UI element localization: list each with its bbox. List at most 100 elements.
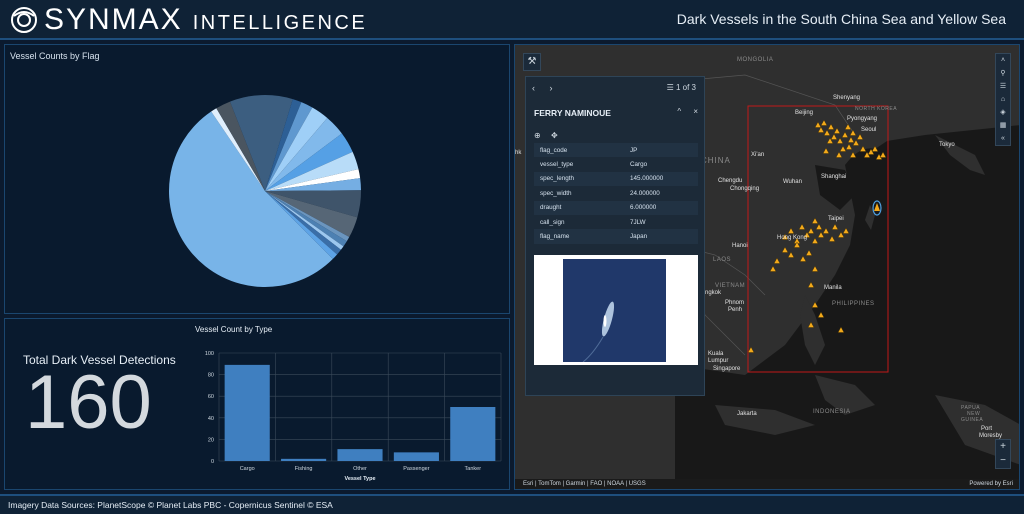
map-label-beijing: Beijing (795, 110, 814, 116)
map-label-philippines: PHILIPPINES (832, 301, 875, 307)
y-tick-label: 0 (211, 459, 214, 465)
map-label-taipei: Taipei (828, 216, 844, 222)
next-feature-button[interactable]: › (550, 83, 553, 93)
layers-icon[interactable]: ◈ (996, 106, 1010, 119)
popup-actions: ^ × (667, 107, 698, 116)
map-label-penh: Penh (728, 307, 743, 313)
map-label-edge: hk (515, 150, 522, 156)
attribute-value: 145.000000 (624, 171, 698, 187)
zoom-out-button[interactable]: − (996, 454, 1010, 468)
move-icon[interactable]: ✥ (551, 131, 558, 140)
feature-list-icon[interactable]: ☰ (667, 83, 674, 92)
map-label-seoul: Seoul (861, 127, 877, 133)
close-popup-button[interactable]: × (693, 107, 698, 116)
feature-popup: ‹ › ☰ 1 of 3 FERRY NAMINOUE ^ × ⊕ ✥ flag… (525, 76, 705, 396)
attribute-key: draught (534, 200, 624, 215)
map-label-singapore: Singapore (713, 366, 741, 372)
search-icon[interactable]: ⚲ (996, 67, 1010, 80)
popup-pager-text: 1 of 3 (675, 83, 696, 92)
attribute-value: 24.000000 (624, 186, 698, 201)
qr-icon[interactable]: ▦ (996, 119, 1010, 132)
vessel-satellite-image[interactable] (563, 259, 666, 363)
y-tick-label: 100 (205, 351, 214, 357)
map-label-pyongyang: Pyongyang (847, 116, 878, 122)
x-tick-label: Tanker (465, 466, 482, 472)
collapse-left-icon[interactable]: « (996, 132, 1010, 145)
footer-bar: Imagery Data Sources: PlanetScope © Plan… (0, 494, 1024, 514)
map-label-shenyang: Shenyang (833, 95, 861, 101)
map-label-tokyo: Tokyo (939, 142, 955, 148)
attribute-row: spec_width 24.000000 (534, 186, 698, 201)
map-label-chongqing: Chongqing (730, 186, 760, 192)
attribute-row: vessel_type Cargo (534, 157, 698, 172)
map-label-mongolia: MONGOLIA (737, 57, 774, 63)
brand-logo: SYNMAX INTELLIGENCE (10, 3, 367, 36)
bar-tanker[interactable] (450, 407, 496, 461)
attribution-sources[interactable]: Esri | TomTom | Garmin | FAO | NOAA | US… (523, 481, 646, 487)
map-label-kuala: Kuala (708, 351, 724, 357)
bar-other[interactable] (337, 449, 383, 461)
attribute-table: flag_code JP vessel_type Cargo spec_length 14… (534, 143, 698, 244)
wrench-icon[interactable]: ⚒ (523, 53, 541, 71)
map-label-port: Port (981, 426, 993, 432)
map-label-guinea: GUINEA (961, 417, 984, 423)
map-label-shanghai: Shanghai (821, 174, 847, 180)
attribute-key: spec_length (534, 171, 624, 187)
collapse-up-icon[interactable]: ˄ (996, 54, 1010, 67)
attribute-key: vessel_type (534, 157, 624, 172)
list-icon[interactable]: ☰ (996, 80, 1010, 93)
vessel-flag-panel: Vessel Counts by Flag (4, 44, 510, 314)
x-tick-label: Cargo (240, 466, 255, 472)
attribute-row: spec_length 145.000000 (534, 171, 698, 187)
attribute-row: flag_code JP (534, 143, 698, 158)
zoom-to-icon[interactable]: ⊕ (534, 131, 541, 140)
popup-tools: ⊕ ✥ (534, 131, 566, 140)
attribute-row: flag_name Japan (534, 229, 698, 244)
x-axis-label: Vessel Type (344, 476, 375, 482)
map-label-hanoi: Hanoi (732, 243, 748, 249)
map-label-vietnam: VIETNAM (715, 283, 746, 289)
y-tick-label: 80 (208, 373, 214, 379)
bar-cargo[interactable] (224, 364, 270, 461)
y-tick-label: 20 (208, 437, 214, 443)
previous-feature-button[interactable]: ‹ (532, 83, 535, 93)
map-label-hongkong: Hong Kong (777, 235, 808, 241)
map-label-phnom: Phnom (725, 300, 745, 306)
map-attribution: Esri | TomTom | Garmin | FAO | NOAA | US… (515, 479, 1019, 489)
header-bar: SYNMAX INTELLIGENCE Dark Vessels in the … (0, 0, 1024, 40)
kpi-value: 160 (25, 360, 152, 445)
attribute-key: flag_code (534, 143, 624, 158)
bar-fishing[interactable] (281, 458, 327, 461)
map-panel[interactable]: MONGOLIA CHINA Xi'an Chengdu Chongqing W… (514, 44, 1020, 490)
attribution-powered-by[interactable]: Powered by Esri (969, 481, 1013, 487)
page-title: Dark Vessels in the South China Sea and … (676, 11, 1006, 27)
vessel-type-panel: Total Dark Vessel Detections 160 Vessel … (4, 318, 510, 490)
map-label-xian: Xi'an (751, 152, 765, 158)
map-label-lumpur: Lumpur (708, 358, 729, 364)
attribute-key: spec_width (534, 186, 624, 201)
popup-title: FERRY NAMINOUE (534, 108, 611, 118)
zoom-controls: + − (995, 439, 1011, 469)
flag-pie-chart[interactable] (5, 45, 511, 315)
x-tick-label: Other (353, 466, 367, 472)
vessel-type-bar-chart[interactable]: 0 20 40 60 80 100 Cargo Fishing Other Passenger Ta… (195, 319, 505, 491)
y-tick-label: 60 (208, 394, 214, 400)
collapse-popup-button[interactable]: ^ (677, 107, 681, 116)
attribute-value: 6.000000 (624, 200, 698, 215)
map-label-north-korea: NORTH KOREA (855, 106, 898, 112)
map-label-jakarta: Jakarta (737, 411, 757, 417)
attribute-value: Cargo (624, 157, 698, 172)
eye-logo-icon (11, 7, 37, 33)
bar-passenger[interactable] (393, 452, 439, 461)
y-tick-label: 40 (208, 416, 214, 422)
footer-sources: Imagery Data Sources: PlanetScope © Plan… (8, 500, 333, 510)
attribute-key: flag_name (534, 229, 624, 244)
home-icon[interactable]: ⌂ (996, 93, 1010, 106)
attribute-row: call_sign 7JLW (534, 214, 698, 230)
attribute-value: 7JLW (624, 214, 698, 230)
zoom-in-button[interactable]: + (996, 440, 1010, 454)
popup-pager[interactable]: ☰ 1 of 3 (667, 83, 696, 92)
map-widget-bar: ˄ ⚲ ☰ ⌂ ◈ ▦ « (995, 53, 1011, 146)
map-label-indonesia: INDONESIA (813, 409, 851, 415)
attribute-row: draught 6.000000 (534, 200, 698, 215)
